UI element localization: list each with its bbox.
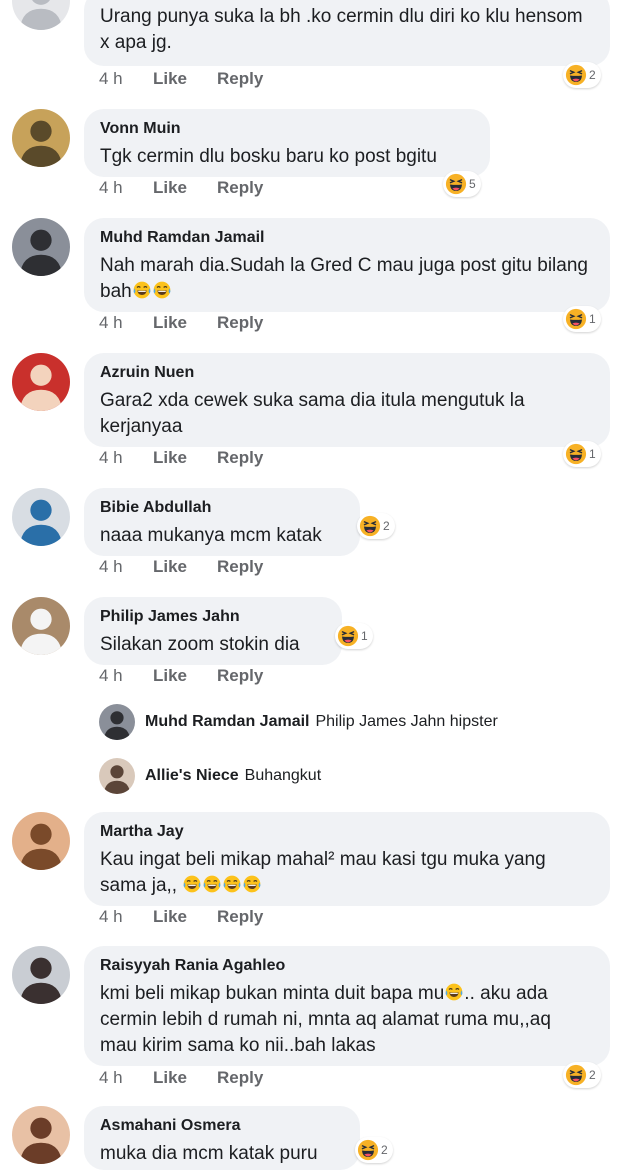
timestamp[interactable]: 4 h bbox=[99, 665, 123, 687]
like-button[interactable]: Like bbox=[153, 1067, 187, 1089]
like-button[interactable]: Like bbox=[153, 68, 187, 90]
reply-button[interactable]: Reply bbox=[217, 177, 263, 199]
laugh-emoji-icon bbox=[357, 1139, 379, 1161]
timestamp[interactable]: 4 h bbox=[99, 556, 123, 578]
reply-button[interactable]: Reply bbox=[217, 447, 263, 469]
laugh-emoji-icon bbox=[359, 515, 381, 537]
reaction-count[interactable]: 2 bbox=[563, 62, 601, 88]
comment-bubble: Philip James Jahn Silakan zoom stokin di… bbox=[84, 597, 342, 665]
avatar[interactable] bbox=[12, 218, 70, 276]
comment-bubble: Raisyyah Rania Agahleo kmi beli mikap bu… bbox=[84, 946, 610, 1066]
comment-author[interactable]: Martha Jay bbox=[100, 822, 592, 842]
like-button[interactable]: Like bbox=[153, 665, 187, 687]
comment-bubble: Vonn Muin Tgk cermin dlu bosku baru ko p… bbox=[84, 109, 490, 177]
reply-text: Philip James Jahn hipster bbox=[315, 713, 498, 730]
comment-author[interactable]: Bibie Abdullah bbox=[100, 498, 342, 518]
comment-text: Gara2 xda cewek suka sama dia itula meng… bbox=[100, 390, 530, 437]
reply-preview[interactable]: Allie's Niece Buhangkut bbox=[99, 758, 321, 794]
comment-bubble: Urang punya suka la bh .ko cermin dlu di… bbox=[84, 0, 610, 66]
reaction-count[interactable]: 1 bbox=[563, 306, 601, 332]
reply-button[interactable]: Reply bbox=[217, 665, 263, 687]
laugh-emoji-icon bbox=[445, 173, 467, 195]
comment-author[interactable]: Vonn Muin bbox=[100, 119, 472, 139]
reply-button[interactable]: Reply bbox=[217, 906, 263, 928]
avatar[interactable] bbox=[12, 812, 70, 870]
tears-of-joy-emoji-icon bbox=[182, 874, 202, 894]
reply-preview[interactable]: Muhd Ramdan Jamail Philip James Jahn hip… bbox=[99, 704, 498, 740]
avatar[interactable] bbox=[12, 0, 70, 30]
comment-text: muka dia mcm katak puru bbox=[100, 1143, 318, 1164]
avatar[interactable] bbox=[12, 353, 70, 411]
reply-text: Buhangkut bbox=[244, 767, 322, 784]
tears-of-joy-emoji-icon bbox=[242, 874, 262, 894]
avatar[interactable] bbox=[12, 488, 70, 546]
reply-author[interactable]: Muhd Ramdan Jamail bbox=[145, 713, 309, 731]
comment-author[interactable]: Muhd Ramdan Jamail bbox=[100, 228, 592, 248]
laugh-emoji-icon bbox=[565, 1064, 587, 1086]
reaction-count[interactable]: 2 bbox=[357, 513, 395, 539]
comment-author[interactable]: Azruin Nuen bbox=[100, 363, 592, 383]
avatar[interactable] bbox=[99, 758, 135, 794]
reply-button[interactable]: Reply bbox=[217, 1067, 263, 1089]
comment-author[interactable]: Raisyyah Rania Agahleo bbox=[100, 956, 592, 976]
timestamp[interactable]: 4 h bbox=[99, 177, 123, 199]
tears-of-joy-emoji-icon bbox=[152, 280, 172, 300]
timestamp[interactable]: 4 h bbox=[99, 1067, 123, 1089]
tears-of-joy-emoji-icon bbox=[222, 874, 242, 894]
comment-text: kmi beli mikap bukan minta duit bapa mu.… bbox=[100, 982, 557, 1056]
timestamp[interactable]: 4 h bbox=[99, 447, 123, 469]
comment-text: Nah marah dia.Sudah la Gred C mau juga p… bbox=[100, 255, 594, 302]
comment-author[interactable]: Asmahani Osmera bbox=[100, 1116, 342, 1136]
comment-text: Urang punya suka la bh .ko cermin dlu di… bbox=[100, 6, 588, 53]
laugh-emoji-icon bbox=[565, 308, 587, 330]
laugh-emoji-icon bbox=[337, 625, 359, 647]
timestamp[interactable]: 4 h bbox=[99, 312, 123, 334]
like-button[interactable]: Like bbox=[153, 556, 187, 578]
tears-of-joy-emoji-icon bbox=[202, 874, 222, 894]
avatar[interactable] bbox=[12, 597, 70, 655]
reaction-count[interactable]: 2 bbox=[563, 1062, 601, 1088]
reply-author[interactable]: Allie's Niece bbox=[145, 767, 239, 785]
like-button[interactable]: Like bbox=[153, 906, 187, 928]
avatar[interactable] bbox=[99, 704, 135, 740]
comment-bubble: Bibie Abdullah naaa mukanya mcm katak bbox=[84, 488, 360, 556]
comment-bubble: Muhd Ramdan Jamail Nah marah dia.Sudah l… bbox=[84, 218, 610, 312]
reply-button[interactable]: Reply bbox=[217, 312, 263, 334]
comment-text: Tgk cermin dlu bosku baru ko post bgitu bbox=[100, 146, 437, 167]
comment-author[interactable]: Philip James Jahn bbox=[100, 607, 324, 627]
laugh-emoji-icon bbox=[565, 64, 587, 86]
reaction-count[interactable]: 2 bbox=[355, 1137, 393, 1163]
laugh-emoji-icon bbox=[565, 443, 587, 465]
avatar[interactable] bbox=[12, 946, 70, 1004]
reaction-count[interactable]: 1 bbox=[335, 623, 373, 649]
comment-bubble: Azruin Nuen Gara2 xda cewek suka sama di… bbox=[84, 353, 610, 447]
comment-text: naaa mukanya mcm katak bbox=[100, 525, 322, 546]
like-button[interactable]: Like bbox=[153, 312, 187, 334]
comment-text: Silakan zoom stokin dia bbox=[100, 634, 300, 655]
avatar[interactable] bbox=[12, 1106, 70, 1164]
comment-text: Kau ingat beli mikap mahal² mau kasi tgu… bbox=[100, 849, 551, 896]
tears-of-joy-emoji-icon bbox=[132, 280, 152, 300]
avatar[interactable] bbox=[12, 109, 70, 167]
reply-button[interactable]: Reply bbox=[217, 556, 263, 578]
reaction-count[interactable]: 1 bbox=[563, 441, 601, 467]
timestamp[interactable]: 4 h bbox=[99, 906, 123, 928]
comment-bubble: Asmahani Osmera muka dia mcm katak puru bbox=[84, 1106, 360, 1170]
like-button[interactable]: Like bbox=[153, 177, 187, 199]
reaction-count[interactable]: 5 bbox=[443, 171, 481, 197]
comment-bubble: Martha Jay Kau ingat beli mikap mahal² m… bbox=[84, 812, 610, 906]
tears-of-joy-emoji-icon bbox=[444, 982, 464, 1002]
like-button[interactable]: Like bbox=[153, 447, 187, 469]
timestamp[interactable]: 4 h bbox=[99, 68, 123, 90]
reply-button[interactable]: Reply bbox=[217, 68, 263, 90]
